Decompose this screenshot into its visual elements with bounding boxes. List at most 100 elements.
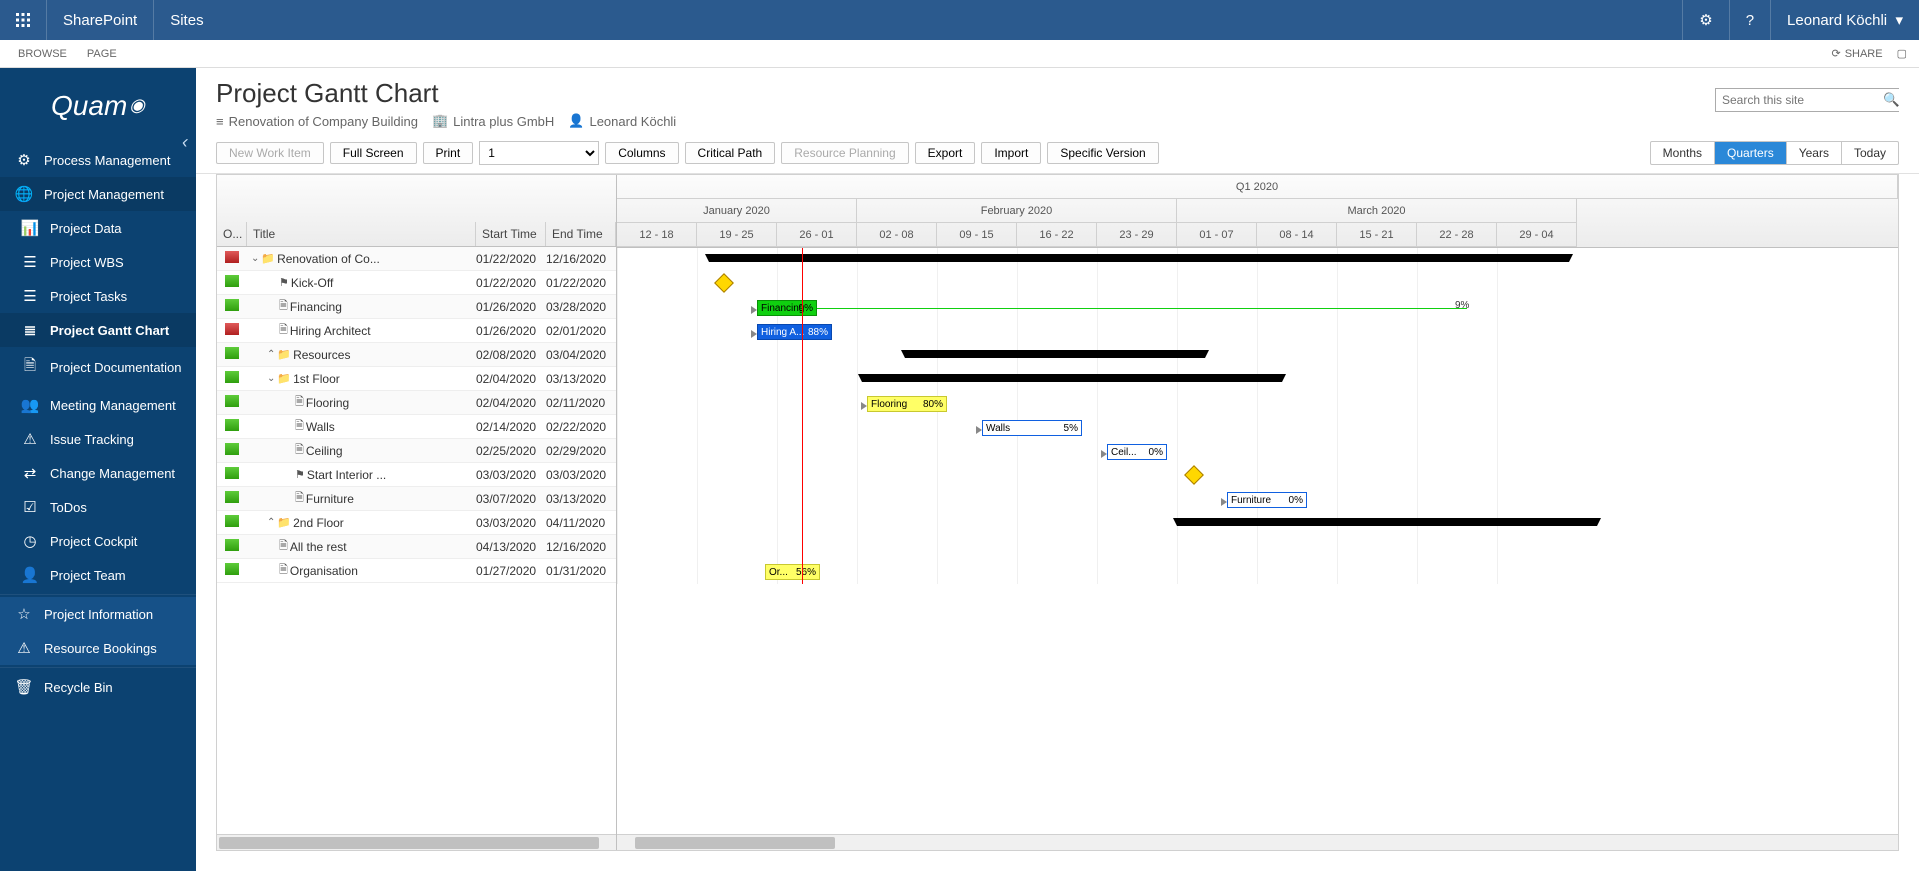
- logo: Quam◉ ‹: [0, 68, 196, 143]
- nav-issue-tracking[interactable]: ⚠Issue Tracking: [0, 422, 196, 456]
- task-bar[interactable]: Hiring A...88%: [757, 324, 832, 340]
- chevron-down-icon[interactable]: ⌄: [251, 253, 259, 264]
- view-quarters[interactable]: Quarters: [1715, 142, 1787, 164]
- view-today[interactable]: Today: [1842, 142, 1898, 164]
- sites-link[interactable]: Sites: [154, 0, 219, 40]
- critical-path-button[interactable]: Critical Path: [685, 142, 776, 164]
- nav-project-doc[interactable]: 🗎Project Documentation: [0, 347, 196, 388]
- task-title: 2nd Floor: [293, 516, 344, 530]
- help-button[interactable]: ?: [1729, 0, 1770, 40]
- col-header-end[interactable]: End Time: [546, 222, 616, 246]
- summary-bar[interactable]: [905, 350, 1205, 358]
- specific-version-button[interactable]: Specific Version: [1047, 142, 1158, 164]
- refresh-icon[interactable]: ⟳: [1831, 47, 1840, 60]
- tl-week: 08 - 14: [1257, 223, 1337, 247]
- print-button[interactable]: Print: [423, 142, 474, 164]
- summary-bar[interactable]: [709, 254, 1569, 262]
- app-launcher-button[interactable]: [0, 0, 47, 40]
- table-row[interactable]: ⌃📁 2nd Floor03/03/202004/11/2020: [217, 511, 616, 535]
- col-header-status[interactable]: O...: [217, 222, 247, 246]
- share-button[interactable]: SHARE: [1845, 48, 1883, 60]
- nav-recycle-bin[interactable]: 🗑Recycle Bin: [0, 670, 196, 704]
- table-row[interactable]: 🗎 Flooring02/04/202002/11/2020: [217, 391, 616, 415]
- nav-project-wbs[interactable]: ☰Project WBS: [0, 245, 196, 279]
- table-row[interactable]: ⌃📁 Resources02/08/202003/04/2020: [217, 343, 616, 367]
- task-title: Organisation: [290, 564, 358, 578]
- nav-resource-bookings[interactable]: ⚠Resource Bookings: [0, 631, 196, 665]
- table-row[interactable]: ⌄📁 1st Floor02/04/202003/13/2020: [217, 367, 616, 391]
- zoom-select[interactable]: 1: [479, 141, 599, 165]
- bar-percent: 9%: [1455, 300, 1469, 311]
- toolbar: New Work Item Full Screen Print 1 Column…: [196, 133, 1919, 174]
- table-row[interactable]: 🗎 Organisation01/27/202001/31/2020: [217, 559, 616, 583]
- nav-project-cockpit[interactable]: ◷Project Cockpit: [0, 524, 196, 558]
- nav-project-management[interactable]: 🌐Project Management: [0, 177, 196, 211]
- nav-process-management[interactable]: ⚙Process Management: [0, 143, 196, 177]
- table-row[interactable]: 🗎 Walls02/14/202002/22/2020: [217, 415, 616, 439]
- task-bar[interactable]: Walls5%: [982, 420, 1082, 436]
- ribbon-tab-page[interactable]: PAGE: [87, 48, 117, 60]
- table-row[interactable]: 🗎 Ceiling02/25/202002/29/2020: [217, 439, 616, 463]
- table-row[interactable]: ⚑ Kick-Off01/22/202001/22/2020: [217, 271, 616, 295]
- flag-icon: ⚑: [279, 276, 289, 289]
- status-indicator: [225, 275, 239, 287]
- crumb-owner[interactable]: Leonard Köchli: [589, 114, 676, 129]
- col-header-title[interactable]: Title: [247, 222, 476, 246]
- nav-project-data[interactable]: 📊Project Data: [0, 211, 196, 245]
- table-row[interactable]: 🗎 Financing01/26/202003/28/2020: [217, 295, 616, 319]
- nav-project-team[interactable]: 👤Project Team: [0, 558, 196, 592]
- milestone[interactable]: [714, 273, 734, 293]
- bar-label: Walls: [986, 423, 1010, 434]
- search-input[interactable]: [1716, 89, 1883, 111]
- table-row[interactable]: 🗎 All the rest04/13/202012/16/2020: [217, 535, 616, 559]
- task-bar[interactable]: Financing9%: [757, 300, 817, 316]
- task-title: Walls: [306, 420, 335, 434]
- bar-percent: 56%: [796, 567, 816, 578]
- task-bar[interactable]: Ceil...0%: [1107, 444, 1167, 460]
- timeline-hscroll[interactable]: [617, 834, 1898, 850]
- table-row[interactable]: 🗎 Hiring Architect01/26/202002/01/2020: [217, 319, 616, 343]
- view-months[interactable]: Months: [1651, 142, 1715, 164]
- collapse-sidebar-icon[interactable]: ‹: [182, 132, 188, 153]
- summary-bar[interactable]: [1177, 518, 1597, 526]
- nav-meeting-mgmt[interactable]: 👥Meeting Management: [0, 388, 196, 422]
- summary-bar[interactable]: [862, 374, 1282, 382]
- full-screen-button[interactable]: Full Screen: [330, 142, 417, 164]
- task-bar[interactable]: Flooring80%: [867, 396, 947, 412]
- chevron-up-icon[interactable]: ⌃: [267, 349, 275, 360]
- nav-todos[interactable]: ☑ToDos: [0, 490, 196, 524]
- nav-change-mgmt[interactable]: ⇄Change Management: [0, 456, 196, 490]
- view-years[interactable]: Years: [1787, 142, 1842, 164]
- chevron-down-icon[interactable]: ⌄: [267, 373, 275, 384]
- bar-label: Ceil...: [1111, 447, 1137, 458]
- export-button[interactable]: Export: [915, 142, 976, 164]
- task-bar[interactable]: Furniture0%: [1227, 492, 1307, 508]
- settings-button[interactable]: ⚙: [1682, 0, 1728, 40]
- focus-icon[interactable]: ▢: [1897, 47, 1907, 60]
- ribbon-tab-browse[interactable]: BROWSE: [18, 48, 67, 60]
- crumb-company[interactable]: Lintra plus GmbH: [453, 114, 554, 129]
- import-button[interactable]: Import: [981, 142, 1041, 164]
- milestone[interactable]: [1184, 465, 1204, 485]
- user-menu[interactable]: Leonard Köchli ▾: [1770, 0, 1919, 40]
- view-toggle: Months Quarters Years Today: [1650, 141, 1899, 165]
- col-header-start[interactable]: Start Time: [476, 222, 546, 246]
- grid-hscroll[interactable]: [217, 834, 616, 850]
- meeting-icon: 👥: [18, 396, 42, 414]
- table-row[interactable]: ⌄📁 Renovation of Co...01/22/202012/16/20…: [217, 247, 616, 271]
- table-row[interactable]: 🗎 Furniture03/07/202003/13/2020: [217, 487, 616, 511]
- table-row[interactable]: ⚑ Start Interior ...03/03/202003/03/2020: [217, 463, 616, 487]
- search-button[interactable]: 🔍: [1883, 89, 1900, 111]
- task-bar[interactable]: Or...56%: [765, 564, 820, 580]
- chart-icon: 📊: [18, 219, 42, 237]
- tl-month: February 2020: [857, 199, 1177, 223]
- columns-button[interactable]: Columns: [605, 142, 678, 164]
- task-title: 1st Floor: [293, 372, 340, 386]
- nav-project-tasks[interactable]: ☰Project Tasks: [0, 279, 196, 313]
- nav-project-gantt[interactable]: ≣Project Gantt Chart: [0, 313, 196, 347]
- chevron-up-icon[interactable]: ⌃: [267, 517, 275, 528]
- nav-project-info[interactable]: ☆Project Information: [0, 597, 196, 631]
- sharepoint-link[interactable]: SharePoint: [47, 0, 154, 40]
- cockpit-icon: ◷: [18, 532, 42, 550]
- crumb-project[interactable]: Renovation of Company Building: [229, 114, 418, 129]
